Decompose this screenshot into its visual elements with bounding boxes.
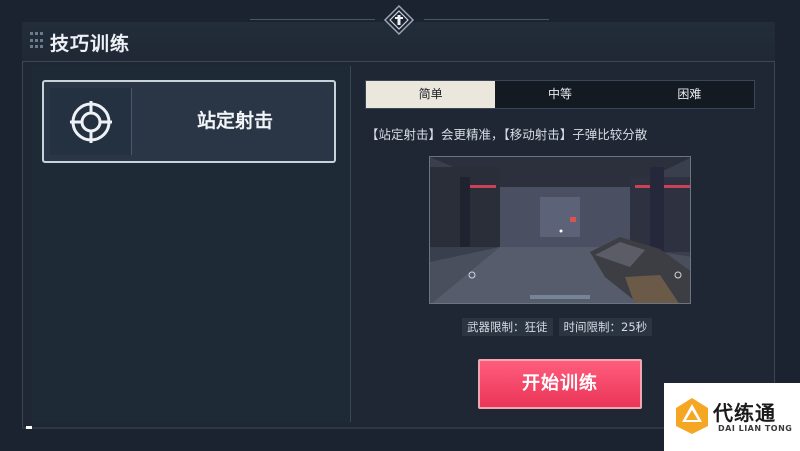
watermark-sub: DAI LIAN TONG — [718, 424, 793, 433]
mode-description: 【站定射击】会更精准，【移动射击】子弹比较分散 — [366, 127, 648, 142]
bottom-divider — [22, 427, 775, 429]
scroll-marker — [26, 426, 32, 429]
top-divider-left — [250, 19, 375, 20]
panel-divider — [350, 66, 351, 422]
tab-hard[interactable]: 困难 — [625, 81, 754, 108]
watermark-logo-icon — [676, 398, 708, 434]
emblem-icon — [383, 4, 415, 36]
time-limit: 时间限制：25秒 — [558, 318, 653, 336]
difficulty-tabs: 简单 中等 困难 — [365, 80, 755, 109]
mode-card-stationary-shooting[interactable]: 站定射击 — [42, 80, 336, 163]
start-training-button[interactable]: 开始训练 — [478, 359, 642, 409]
page-title: 技巧训练 — [50, 33, 131, 55]
title-grip-icon — [30, 32, 43, 50]
crosshair-icon — [70, 101, 112, 143]
preview-image — [429, 156, 691, 304]
mode-icon-box — [50, 88, 132, 155]
weapon-limit: 武器限制：狂徒 — [462, 318, 553, 336]
mode-label: 站定射击 — [196, 110, 273, 132]
watermark: 代练通 DAI LIAN TONG — [664, 383, 800, 451]
watermark-main: 代练通 — [713, 401, 776, 425]
tab-easy[interactable]: 简单 — [366, 81, 496, 108]
top-divider-right — [424, 19, 549, 20]
limit-info: 武器限制：狂徒 时间限制：25秒 — [462, 318, 653, 336]
tab-medium[interactable]: 中等 — [495, 81, 624, 108]
